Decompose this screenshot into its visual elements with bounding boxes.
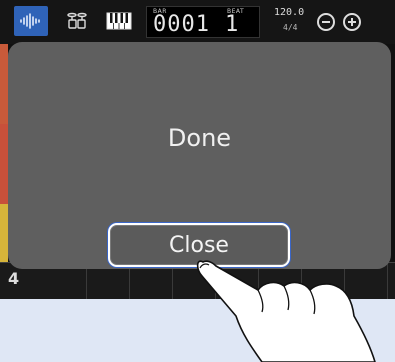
dialog-message: Done [167,124,232,152]
drum-kit-icon[interactable] [60,6,94,36]
bar-beat-counter[interactable]: BAR 0001 BEAT 1 [146,6,260,38]
piano-keys-icon[interactable] [102,6,136,36]
track-number: 4 [8,269,20,288]
beat-value: 1 [225,12,239,37]
time-signature: 4/4 [283,23,298,32]
track-color-strip [0,44,8,124]
device-screen: BAR 0001 BEAT 1 120.0 4/4 4 Done Close [0,0,395,299]
done-dialog: Done Close [8,42,391,269]
waveform-icon[interactable] [14,6,48,36]
zoom-out-button[interactable] [317,13,335,31]
tempo-display[interactable]: 120.0 4/4 [274,7,306,37]
tempo-bpm: 120.0 [274,7,305,18]
track-color-strip [0,124,8,204]
track-color-strip [0,204,8,262]
top-toolbar: BAR 0001 BEAT 1 120.0 4/4 [0,0,395,44]
bar-value: 0001 [153,12,210,37]
zoom-in-button[interactable] [343,13,361,31]
close-button[interactable]: Close [108,223,290,267]
